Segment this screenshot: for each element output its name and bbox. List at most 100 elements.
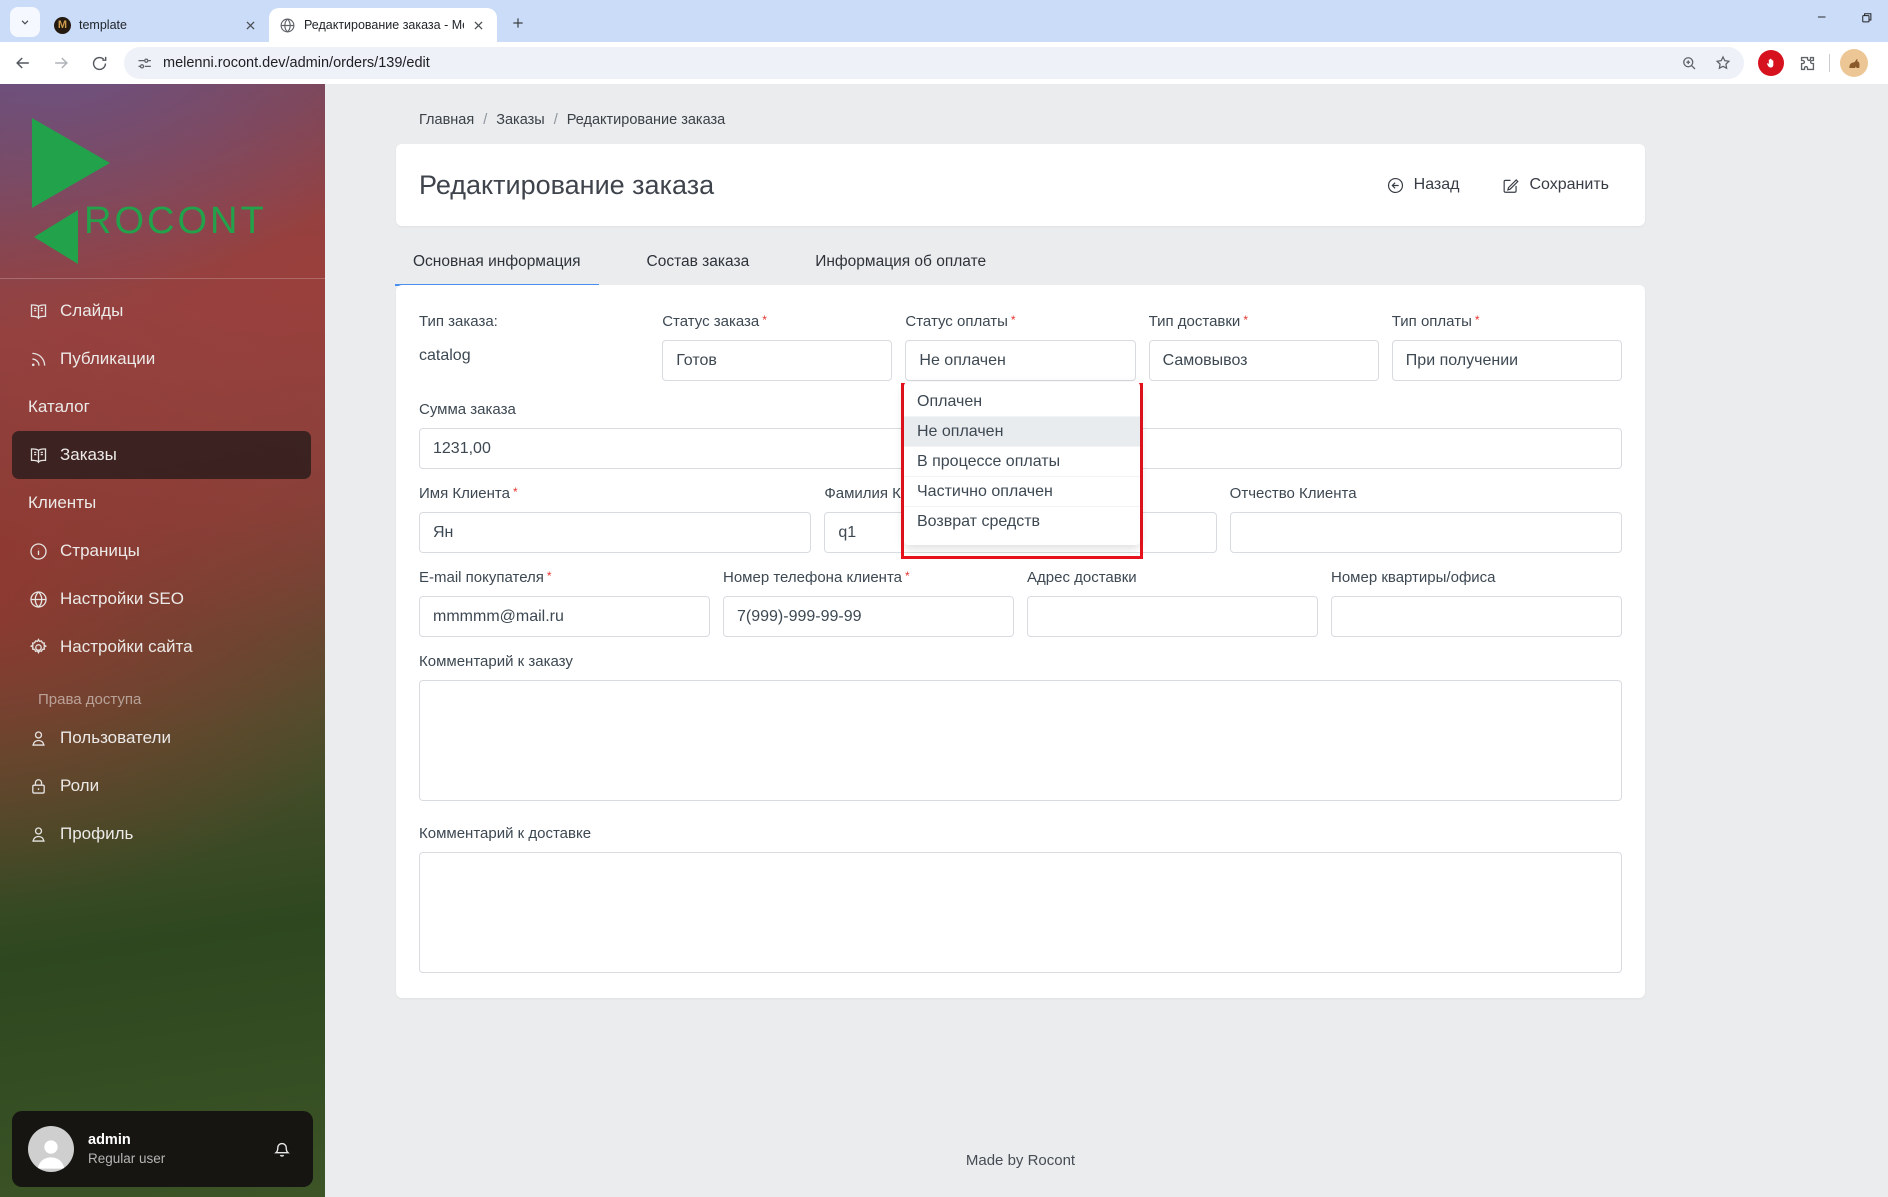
sidebar: ROCONT Слайды Публикации Каталог bbox=[0, 84, 325, 1197]
globe-icon bbox=[28, 589, 49, 610]
sidebar-item-orders[interactable]: Заказы bbox=[12, 431, 311, 479]
sidebar-section-label: Права доступа bbox=[38, 691, 141, 708]
user-avatar bbox=[28, 1126, 74, 1172]
required-asterisk: * bbox=[762, 313, 767, 327]
user-icon bbox=[28, 824, 49, 845]
sidebar-item-catalog[interactable]: Каталог bbox=[0, 383, 325, 431]
gear-icon bbox=[28, 637, 49, 658]
save-button[interactable]: Сохранить bbox=[1501, 176, 1609, 195]
payment-status-dropdown: Оплачен Не оплачен В процессе оплаты Час… bbox=[904, 382, 1140, 545]
field-label: Номер квартиры/офиса bbox=[1331, 569, 1496, 586]
payment-status-input[interactable] bbox=[905, 340, 1135, 381]
main-content: Главная / Заказы / Редактирование заказа… bbox=[325, 84, 1888, 1197]
template-tab-favicon: M bbox=[54, 17, 71, 34]
sidebar-nav: Слайды Публикации Каталог Заказы Клиенты bbox=[0, 287, 325, 858]
back-button-label: Назад bbox=[1414, 176, 1460, 194]
field-label: Сумма заказа bbox=[419, 401, 516, 418]
new-tab-button[interactable] bbox=[505, 10, 531, 36]
logo-back-triangle-icon bbox=[34, 210, 78, 264]
first-name-input[interactable] bbox=[419, 512, 811, 553]
profile-avatar[interactable] bbox=[1840, 49, 1868, 77]
sidebar-item-label: Каталог bbox=[28, 397, 90, 417]
field-label: Номер телефона клиента bbox=[723, 569, 902, 586]
sidebar-item-publications[interactable]: Публикации bbox=[0, 335, 325, 383]
required-asterisk: * bbox=[905, 569, 910, 583]
field-email: E-mail покупателя* bbox=[419, 569, 710, 637]
dropdown-option-partially-paid[interactable]: Частично оплачен bbox=[904, 477, 1140, 507]
sidebar-item-pages[interactable]: Страницы bbox=[0, 527, 325, 575]
tab-order-contents[interactable]: Состав заказа bbox=[629, 247, 768, 286]
payment-type-input[interactable] bbox=[1392, 340, 1622, 381]
sidebar-item-label: Пользователи bbox=[60, 728, 171, 748]
sidebar-item-roles[interactable]: Роли bbox=[0, 762, 325, 810]
footer-credit: Made by Rocont bbox=[396, 1152, 1645, 1169]
globe-favicon bbox=[279, 17, 296, 34]
zoom-icon[interactable] bbox=[1680, 54, 1698, 72]
field-label: Тип оплаты bbox=[1392, 313, 1472, 330]
rocont-logo: ROCONT bbox=[0, 84, 325, 278]
field-label: Тип заказа: bbox=[419, 313, 498, 330]
sidebar-item-label: Заказы bbox=[60, 445, 117, 465]
dropdown-option-not-paid[interactable]: Не оплачен bbox=[904, 417, 1140, 447]
sidebar-item-slides[interactable]: Слайды bbox=[0, 287, 325, 335]
delivery-type-input[interactable] bbox=[1149, 340, 1379, 381]
breadcrumb-home[interactable]: Главная bbox=[419, 112, 474, 128]
middle-name-input[interactable] bbox=[1230, 512, 1622, 553]
field-label: Имя Клиента bbox=[419, 485, 510, 502]
apartment-input[interactable] bbox=[1331, 596, 1622, 637]
sidebar-item-site-settings[interactable]: Настройки сайта bbox=[0, 623, 325, 671]
pencil-square-icon bbox=[1501, 176, 1520, 195]
field-delivery-comment: Комментарий к доставке bbox=[419, 825, 1622, 978]
back-button[interactable]: Назад bbox=[1386, 176, 1460, 195]
save-button-label: Сохранить bbox=[1529, 176, 1609, 194]
bookmark-star-icon[interactable] bbox=[1714, 54, 1732, 72]
extensions-puzzle-icon[interactable] bbox=[1798, 54, 1817, 73]
close-tab-icon[interactable] bbox=[242, 17, 259, 34]
sidebar-user-card[interactable]: admin Regular user bbox=[12, 1111, 313, 1187]
delivery-comment-textarea[interactable] bbox=[419, 852, 1622, 973]
tab-search-button[interactable] bbox=[10, 7, 40, 37]
address-bar[interactable]: melenni.rocont.dev/admin/orders/139/edit bbox=[124, 47, 1744, 79]
page-header-card: Редактирование заказа Назад Сохранить bbox=[396, 144, 1645, 226]
annotation-red-box: Оплачен Не оплачен В процессе оплаты Час… bbox=[901, 383, 1143, 559]
back-icon[interactable] bbox=[8, 48, 38, 78]
adblock-extension-icon[interactable] bbox=[1758, 50, 1784, 76]
bell-icon[interactable] bbox=[271, 1138, 293, 1160]
field-label: Статус заказа bbox=[662, 313, 759, 330]
field-address: Адрес доставки bbox=[1027, 569, 1318, 637]
breadcrumb-orders[interactable]: Заказы bbox=[496, 112, 544, 128]
site-settings-icon[interactable] bbox=[136, 55, 153, 72]
dropdown-option-in-progress[interactable]: В процессе оплаты bbox=[904, 447, 1140, 477]
url-text[interactable]: melenni.rocont.dev/admin/orders/139/edit bbox=[163, 55, 1664, 71]
window-minimize-button[interactable] bbox=[1800, 0, 1844, 34]
browser-tab-active[interactable]: Редактирование заказа - Mele bbox=[269, 8, 497, 42]
dropdown-option-refund[interactable]: Возврат средств bbox=[904, 507, 1140, 537]
breadcrumb-separator: / bbox=[554, 112, 558, 128]
window-restore-button[interactable] bbox=[1844, 0, 1888, 34]
order-status-input[interactable] bbox=[662, 340, 892, 381]
field-first-name: Имя Клиента* bbox=[419, 485, 811, 553]
sidebar-item-clients[interactable]: Клиенты bbox=[0, 479, 325, 527]
required-asterisk: * bbox=[547, 569, 552, 583]
sidebar-item-profile[interactable]: Профиль bbox=[0, 810, 325, 858]
forward-icon[interactable] bbox=[46, 48, 76, 78]
sidebar-item-users[interactable]: Пользователи bbox=[0, 714, 325, 762]
reload-icon[interactable] bbox=[84, 48, 114, 78]
lock-icon bbox=[28, 776, 49, 797]
field-payment-type: Тип оплаты* bbox=[1392, 313, 1622, 381]
field-apartment: Номер квартиры/офиса bbox=[1331, 569, 1622, 637]
order-comment-textarea[interactable] bbox=[419, 680, 1622, 801]
sidebar-item-seo-settings[interactable]: Настройки SEO bbox=[0, 575, 325, 623]
browser-tab-template[interactable]: M template bbox=[44, 8, 269, 42]
dropdown-option-paid[interactable]: Оплачен bbox=[904, 387, 1140, 417]
close-tab-icon[interactable] bbox=[470, 17, 487, 34]
address-input[interactable] bbox=[1027, 596, 1318, 637]
tab-title: Редактирование заказа - Mele bbox=[304, 18, 464, 32]
email-input[interactable] bbox=[419, 596, 710, 637]
tab-main-info[interactable]: Основная информация bbox=[395, 247, 599, 286]
field-order-comment: Комментарий к заказу bbox=[419, 653, 1622, 806]
phone-input[interactable] bbox=[723, 596, 1014, 637]
required-asterisk: * bbox=[1475, 313, 1480, 327]
tab-payment-info[interactable]: Информация об оплате bbox=[797, 247, 1004, 286]
rss-icon bbox=[28, 349, 49, 370]
